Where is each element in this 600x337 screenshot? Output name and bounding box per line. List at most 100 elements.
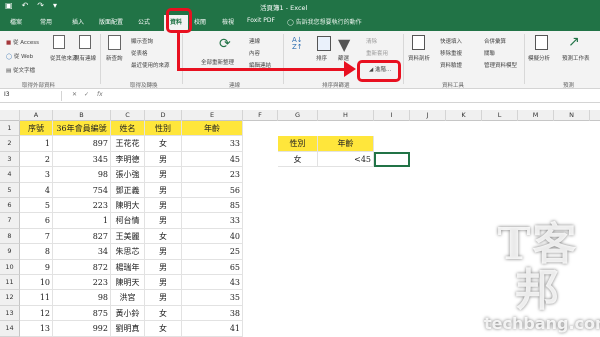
row-header[interactable]: 6 <box>0 198 20 214</box>
row-header[interactable]: 11 <box>0 275 20 291</box>
table-cell[interactable]: 1 <box>20 136 53 152</box>
row-header[interactable]: 1 <box>0 121 20 137</box>
table-cell[interactable]: 楊瑞年 <box>111 259 145 275</box>
table-cell[interactable]: 5 <box>20 198 53 214</box>
table-cell[interactable]: 柯台情 <box>111 213 145 229</box>
refresh-all-button[interactable]: 全部重新整理 <box>201 58 234 66</box>
existing-connections-button[interactable]: 現有連線 <box>74 54 96 62</box>
table-cell[interactable]: 女 <box>145 136 182 152</box>
table-cell[interactable]: 85 <box>182 198 243 214</box>
column-header-c[interactable]: C <box>111 110 145 121</box>
table-cell[interactable]: 洪宮 <box>111 290 145 306</box>
tab-insert[interactable]: 插入 <box>72 17 84 26</box>
table-cell[interactable]: 男 <box>145 290 182 306</box>
row-header[interactable]: 10 <box>0 259 20 275</box>
tell-me-box[interactable]: ◯ 告訴我您想要執行的動作 <box>287 17 362 26</box>
table-cell[interactable]: 56 <box>182 182 243 198</box>
table-cell[interactable]: 25 <box>182 244 243 260</box>
table-cell[interactable]: 女 <box>145 228 182 245</box>
column-header-g[interactable]: G <box>278 110 318 121</box>
column-header-cell[interactable]: 序號 <box>20 121 53 137</box>
table-cell[interactable]: 男 <box>145 244 182 260</box>
tab-formulas[interactable]: 公式 <box>138 17 150 26</box>
row-header[interactable]: 4 <box>0 167 20 183</box>
column-header-h[interactable]: H <box>318 110 374 121</box>
table-cell[interactable]: 王花花 <box>111 136 145 152</box>
column-header-n[interactable]: N <box>554 110 590 121</box>
column-header-a[interactable]: A <box>20 110 53 121</box>
table-cell[interactable]: 男 <box>145 151 182 168</box>
select-all-corner[interactable] <box>0 110 20 121</box>
what-if-analysis-button[interactable]: 模擬分析 <box>528 54 550 62</box>
table-cell[interactable]: 李明德 <box>111 151 145 168</box>
from-web-button[interactable]: ◯ 從 Web <box>6 52 33 60</box>
row-header[interactable]: 7 <box>0 213 20 229</box>
manage-data-model-button[interactable]: 管理資料模型 <box>484 61 517 69</box>
column-header-cell[interactable]: 年齡 <box>182 121 243 137</box>
save-icon[interactable]: ▣ <box>5 1 13 10</box>
column-header-cell[interactable]: 性別 <box>145 121 182 137</box>
table-cell[interactable]: 鄧正義 <box>111 182 145 198</box>
row-header[interactable]: 2 <box>0 136 20 152</box>
tab-review[interactable]: 校閱 <box>194 17 206 26</box>
table-cell[interactable]: 女 <box>145 305 182 322</box>
table-cell[interactable]: 11 <box>20 290 53 306</box>
table-cell[interactable]: 98 <box>53 290 111 306</box>
table-cell[interactable]: 劉明真 <box>111 321 145 337</box>
table-cell[interactable]: 35 <box>182 290 243 306</box>
show-queries-button[interactable]: 顯示查詢 <box>131 37 153 45</box>
criteria-value[interactable]: 女 <box>278 151 318 168</box>
table-cell[interactable]: 23 <box>182 167 243 183</box>
text-to-columns-button[interactable]: 資料剖析 <box>408 54 430 62</box>
table-cell[interactable]: 7 <box>20 228 53 245</box>
row-header[interactable]: 5 <box>0 182 20 198</box>
clear-filter-button[interactable]: 清除 <box>366 37 377 45</box>
column-header-e[interactable]: E <box>182 110 243 121</box>
column-header-i[interactable]: I <box>374 110 410 121</box>
table-cell[interactable]: 897 <box>53 136 111 152</box>
table-cell[interactable]: 65 <box>182 259 243 275</box>
properties-button[interactable]: 內容 <box>249 49 260 57</box>
selected-cell-i3[interactable] <box>374 151 410 168</box>
table-cell[interactable]: 陳明天 <box>111 275 145 291</box>
table-cell[interactable]: 男 <box>145 198 182 214</box>
table-cell[interactable]: 223 <box>53 198 111 214</box>
cancel-icon[interactable]: ✕ <box>72 91 77 98</box>
from-table-button[interactable]: 從表格 <box>131 49 148 57</box>
tab-foxit-pdf[interactable]: Foxit PDF <box>247 17 275 24</box>
table-cell[interactable]: 45 <box>182 151 243 168</box>
table-cell[interactable]: 黃小鈴 <box>111 305 145 322</box>
table-cell[interactable]: 男 <box>145 259 182 275</box>
flash-fill-button[interactable]: 快速填入 <box>440 37 462 45</box>
table-cell[interactable]: 男 <box>145 167 182 183</box>
table-cell[interactable]: 3 <box>20 167 53 183</box>
column-header-cell[interactable]: 36年會員編號 <box>53 121 111 137</box>
table-cell[interactable]: 6 <box>20 213 53 229</box>
sort-button[interactable]: 排序 <box>316 54 327 62</box>
table-cell[interactable]: 40 <box>182 228 243 245</box>
forecast-sheet-button[interactable]: 預測工作表 <box>562 54 590 62</box>
criteria-header[interactable]: 性別 <box>278 136 318 152</box>
column-header-f[interactable]: F <box>243 110 278 121</box>
column-header-l[interactable]: L <box>482 110 518 121</box>
column-header-b[interactable]: B <box>53 110 111 121</box>
from-text-button[interactable]: ▤ 從文字檔 <box>6 66 35 74</box>
reapply-button[interactable]: 重新套用 <box>366 49 388 57</box>
enter-icon[interactable]: ✓ <box>84 91 89 98</box>
name-box[interactable]: I3 <box>2 91 62 101</box>
column-header-d[interactable]: D <box>145 110 182 121</box>
remove-duplicates-button[interactable]: 移除重複 <box>440 49 462 57</box>
function-icon[interactable]: fx <box>97 91 103 98</box>
undo-icon[interactable]: ↶ <box>22 1 29 10</box>
table-cell[interactable]: 345 <box>53 151 111 168</box>
table-cell[interactable]: 992 <box>53 321 111 337</box>
table-cell[interactable]: 754 <box>53 182 111 198</box>
column-header-m[interactable]: M <box>518 110 554 121</box>
recent-sources-button[interactable]: 最近使用的來源 <box>131 61 170 69</box>
data-validation-button[interactable]: 資料驗證 <box>440 61 462 69</box>
table-cell[interactable]: 38 <box>182 305 243 322</box>
new-query-button[interactable]: 新查詢 <box>106 54 123 62</box>
table-cell[interactable]: 男 <box>145 213 182 229</box>
tab-home[interactable]: 常用 <box>40 17 52 26</box>
table-cell[interactable]: 陳明大 <box>111 198 145 214</box>
